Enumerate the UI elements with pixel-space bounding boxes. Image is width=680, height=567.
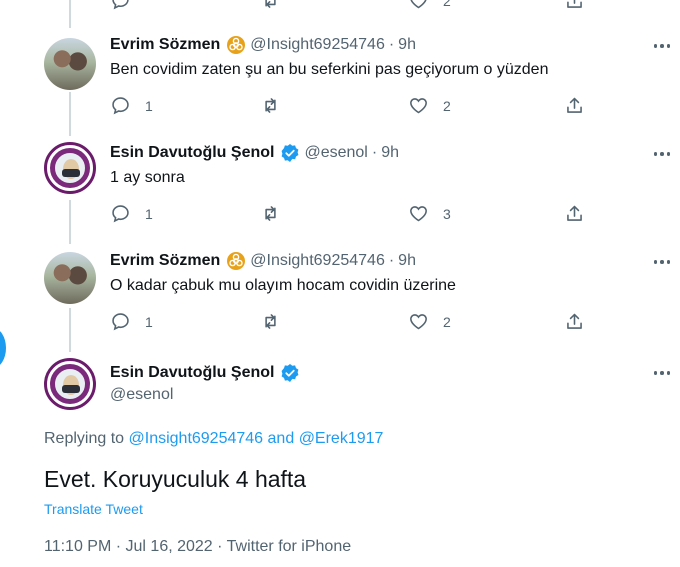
share-button[interactable]: [564, 95, 585, 116]
tweet-time[interactable]: 9h: [398, 36, 416, 54]
separator-dot: ·: [388, 252, 395, 269]
retweet-icon: [265, 98, 276, 113]
share-icon: [567, 313, 582, 329]
like-count: 2: [443, 313, 451, 330]
thread-line-1: [69, 92, 71, 136]
thread-line-3: [69, 308, 71, 352]
biohazard-icon: [226, 35, 246, 55]
tweet-text: 1 ay sonra: [110, 169, 185, 186]
reply-icon: [112, 0, 129, 10]
heart-icon: [410, 0, 427, 9]
reply-icon: [112, 97, 129, 115]
translate-tweet-link[interactable]: Translate Tweet: [44, 501, 143, 517]
main-user-name[interactable]: Esin Davutoğlu Şenol: [110, 364, 274, 382]
reply-button[interactable]: 1: [110, 95, 153, 116]
tweet-header: Evrim Sözmen @Insight69254746 · 9h: [110, 251, 416, 271]
retweet-icon: [265, 0, 276, 8]
replying-prefix: Replying to: [44, 430, 125, 447]
retweet-button[interactable]: [260, 311, 281, 332]
retweet-button[interactable]: [260, 203, 281, 224]
tweet-actions: 1 2: [110, 311, 590, 333]
heart-icon: [410, 98, 427, 114]
tweet-text: Ben covidim zaten şu an bu seferkini pas…: [110, 61, 549, 78]
share-button[interactable]: [564, 311, 585, 332]
more-options-button[interactable]: [651, 144, 673, 164]
reply-count: 1: [145, 97, 153, 114]
user-handle[interactable]: @Insight69254746: [250, 252, 385, 270]
replying-user-link[interactable]: @Erek1917: [299, 430, 384, 447]
reply-count: 1: [145, 205, 153, 222]
user-handle[interactable]: @esenol: [304, 144, 367, 162]
tweet-text: O kadar çabuk mu olayım hocam covidin üz…: [110, 277, 456, 294]
verified-icon: [280, 143, 300, 163]
more-options-button[interactable]: [651, 252, 673, 272]
user-name[interactable]: Esin Davutoğlu Şenol: [110, 144, 274, 162]
reply-count: 1: [145, 313, 153, 330]
avatar[interactable]: [44, 252, 96, 304]
share-icon: [567, 97, 582, 113]
replying-and[interactable]: and: [268, 430, 295, 447]
thread-line-2: [69, 200, 71, 244]
user-name[interactable]: Evrim Sözmen: [110, 252, 220, 270]
main-user-handle[interactable]: @esenol: [110, 386, 173, 404]
separator-dot: ·: [388, 36, 395, 53]
main-avatar[interactable]: [44, 358, 96, 410]
share-button[interactable]: [564, 0, 585, 11]
share-icon: [567, 205, 582, 221]
thread-line-top: [69, 0, 71, 28]
user-handle[interactable]: @Insight69254746: [250, 36, 385, 54]
like-button[interactable]: 2: [408, 311, 451, 332]
reply-icon: [112, 205, 129, 223]
reply-button[interactable]: 1: [110, 203, 153, 224]
compose-button[interactable]: [0, 328, 6, 368]
retweet-icon: [265, 206, 276, 221]
retweet-icon: [265, 314, 276, 329]
like-count: 2: [443, 0, 451, 9]
more-options-button[interactable]: [651, 36, 673, 56]
like-button[interactable]: 2: [408, 0, 451, 11]
retweet-button[interactable]: [260, 0, 281, 11]
avatar[interactable]: [44, 38, 96, 90]
replying-user-link[interactable]: @Insight69254746: [129, 430, 264, 447]
heart-icon: [410, 206, 427, 222]
reply-button[interactable]: [110, 0, 131, 11]
verified-icon: [280, 363, 300, 383]
tweet-header: Esin Davutoğlu Şenol @esenol · 9h: [110, 143, 399, 163]
like-button[interactable]: 3: [408, 203, 451, 224]
tweet-actions: 1 3: [110, 203, 590, 225]
tweet-header: Evrim Sözmen @Insight69254746 · 9h: [110, 35, 416, 55]
reply-icon: [112, 313, 129, 331]
previous-tweet-actions: 2: [110, 0, 590, 12]
main-tweet-text: Evet. Koruyuculuk 4 hafta: [44, 466, 307, 492]
tweet-timestamp[interactable]: 11:10 PM · Jul 16, 2022 · Twitter for iP…: [44, 538, 351, 556]
avatar-ring: [50, 364, 90, 404]
heart-icon: [410, 314, 427, 330]
more-options-button[interactable]: [651, 363, 673, 383]
retweet-button[interactable]: [260, 95, 281, 116]
avatar[interactable]: [44, 142, 96, 194]
replying-to: Replying to @Insight69254746 and @Erek19…: [44, 430, 383, 448]
like-count: 3: [443, 205, 451, 222]
tweet-actions: 1 2: [110, 95, 590, 117]
tweet-time[interactable]: 9h: [398, 252, 416, 270]
separator-dot: ·: [371, 144, 378, 161]
user-name[interactable]: Evrim Sözmen: [110, 36, 220, 54]
main-tweet-header: Esin Davutoğlu Şenol: [110, 363, 300, 383]
like-count: 2: [443, 97, 451, 114]
avatar-ring: [50, 148, 90, 188]
tweet-time[interactable]: 9h: [381, 144, 399, 162]
share-button[interactable]: [564, 203, 585, 224]
reply-button[interactable]: 1: [110, 311, 153, 332]
share-icon: [567, 0, 582, 8]
like-button[interactable]: 2: [408, 95, 451, 116]
biohazard-icon: [226, 251, 246, 271]
